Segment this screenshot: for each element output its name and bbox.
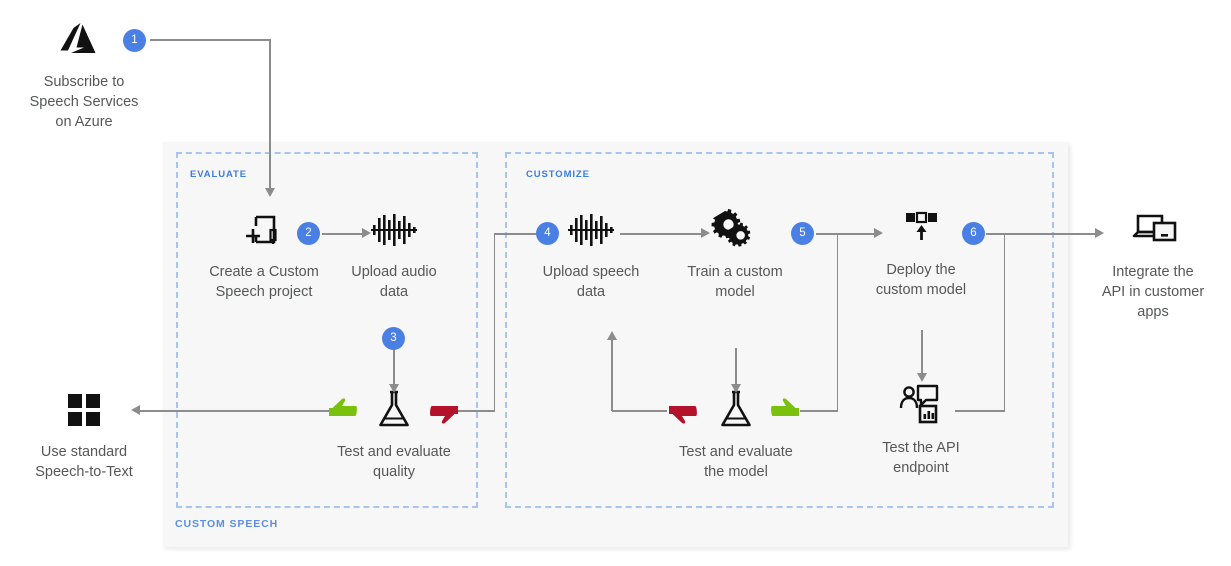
node-upload-speech: Upload speech data — [527, 206, 655, 302]
devices-laptop-icon — [1083, 206, 1223, 254]
arrowhead-to-upload-audio — [362, 228, 371, 238]
connector-upload-to-test-quality — [393, 348, 395, 386]
zone-evaluate-label: EVALUATE — [190, 169, 247, 180]
node-use-standard: Use standard Speech-to-Text — [12, 386, 156, 482]
step-badge-2[interactable]: 2 — [297, 222, 320, 245]
custom-speech-label: CUSTOM SPEECH — [175, 518, 279, 530]
node-test-api: Test the API endpoint — [854, 382, 988, 478]
connector-model-fail-v — [611, 340, 613, 411]
connector-to-deploy — [816, 233, 878, 235]
arrowhead-to-test-model — [730, 384, 741, 393]
diagram-canvas: CUSTOM SPEECH EVALUATE CUSTOMIZE Subscri… — [0, 0, 1231, 566]
step-badge-5[interactable]: 5 — [791, 222, 814, 245]
connector-subscribe-v — [269, 39, 271, 190]
connector-upload-speech-to-train — [620, 233, 705, 235]
node-create-project-caption: Create a Custom Speech project — [209, 264, 319, 300]
audio-waveform-icon — [330, 206, 458, 254]
thumbs-down-icon — [668, 399, 698, 430]
node-create-project: Create a Custom Speech project — [193, 206, 335, 302]
node-test-model-caption: Test and evaluate the model — [679, 444, 793, 480]
node-upload-speech-caption: Upload speech data — [542, 264, 640, 300]
thumbs-up-icon — [328, 397, 358, 428]
connector-model-pass-h — [800, 410, 838, 412]
connector-create-to-upload — [322, 233, 366, 235]
connector-quality-fail-v — [493, 233, 496, 411]
node-deploy-model-caption: Deploy the custom model — [875, 262, 967, 298]
node-subscribe-caption: Subscribe to Speech Services on Azure — [29, 74, 139, 130]
connector-test-api-h — [955, 410, 1005, 412]
node-upload-audio-caption: Upload audio data — [351, 264, 437, 300]
arrowhead-to-create — [264, 188, 275, 197]
arrowhead-to-test-api — [916, 373, 927, 382]
connector-quality-fail-h1 — [455, 410, 495, 412]
node-train-model: Train a custom model — [668, 206, 802, 302]
arrowhead-to-deploy — [874, 228, 883, 238]
zone-customize-label: CUSTOMIZE — [526, 169, 590, 180]
node-integrate-api-caption: Integrate the API in customer apps — [1101, 264, 1205, 320]
step-badge-6[interactable]: 6 — [962, 222, 985, 245]
gears-icon — [668, 206, 802, 254]
node-upload-audio: Upload audio data — [330, 206, 458, 302]
thumbs-up-icon — [770, 397, 800, 428]
connector-to-integrate — [986, 233, 1098, 235]
user-chat-endpoint-icon — [854, 382, 988, 430]
connector-quality-pass-to-standard — [140, 410, 340, 412]
arrowhead-back-to-upload-speech — [606, 331, 617, 340]
node-train-model-caption: Train a custom model — [687, 264, 783, 300]
node-test-api-caption: Test the API endpoint — [882, 440, 960, 476]
connector-train-to-test-model — [735, 348, 737, 386]
node-deploy-model: Deploy the custom model — [854, 204, 988, 300]
arrowhead-to-train — [701, 228, 710, 238]
arrowhead-to-use-standard — [131, 405, 140, 415]
node-test-quality-caption: Test and evaluate quality — [337, 444, 451, 480]
thumbs-down-icon — [429, 399, 459, 430]
arrowhead-to-test-quality — [388, 384, 399, 393]
connector-model-pass-v — [836, 233, 839, 411]
connector-test-api-v — [1003, 233, 1006, 411]
step-badge-4[interactable]: 4 — [536, 222, 559, 245]
step-badge-3[interactable]: 3 — [382, 327, 405, 350]
connector-quality-fail-h2 — [493, 233, 542, 235]
node-use-standard-caption: Use standard Speech-to-Text — [35, 444, 133, 480]
connector-model-fail-h — [612, 410, 667, 412]
connector-subscribe-h — [150, 39, 270, 41]
connector-deploy-to-test-api — [921, 330, 923, 375]
step-badge-1[interactable]: 1 — [123, 29, 146, 52]
arrowhead-to-integrate — [1095, 228, 1104, 238]
node-integrate-api: Integrate the API in customer apps — [1083, 206, 1223, 322]
